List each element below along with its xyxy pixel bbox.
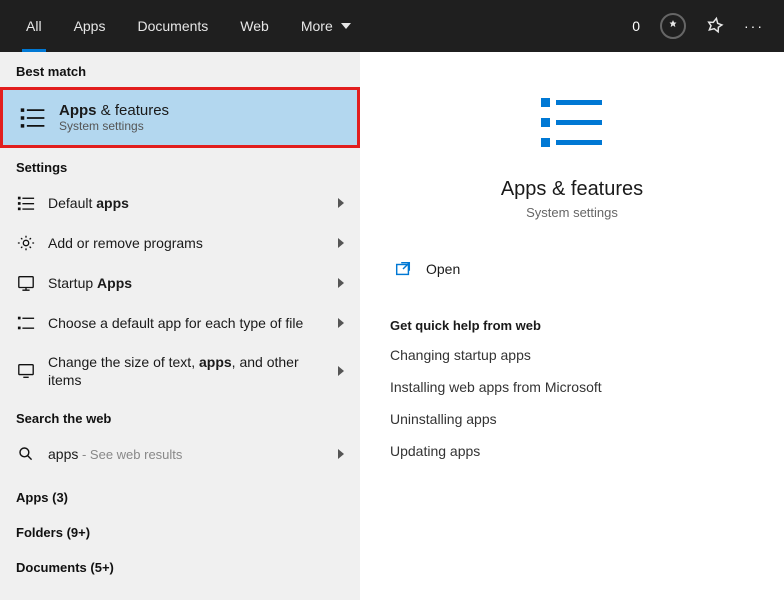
best-match-result[interactable]: Apps & features System settings bbox=[0, 87, 360, 148]
settings-item-label: Choose a default app for each type of fi… bbox=[48, 314, 326, 332]
default-apps-icon bbox=[16, 193, 36, 213]
settings-header: Settings bbox=[0, 148, 360, 183]
settings-item-text-size[interactable]: Change the size of text, apps, and other… bbox=[0, 343, 360, 399]
settings-item-default-apps[interactable]: Default apps bbox=[0, 183, 360, 223]
apps-features-large-icon bbox=[537, 92, 607, 162]
category-documents[interactable]: Documents (5+) bbox=[0, 544, 360, 579]
chevron-right-icon bbox=[338, 366, 344, 376]
tab-more-label: More bbox=[301, 18, 333, 34]
settings-item-label: Change the size of text, apps, and other… bbox=[48, 353, 326, 389]
chevron-right-icon bbox=[338, 449, 344, 459]
file-default-icon bbox=[16, 313, 36, 333]
settings-item-add-remove[interactable]: Add or remove programs bbox=[0, 223, 360, 263]
chevron-right-icon bbox=[338, 238, 344, 248]
tab-more[interactable]: More bbox=[285, 0, 367, 52]
more-options-icon[interactable]: ··· bbox=[744, 18, 764, 34]
tab-apps[interactable]: Apps bbox=[58, 0, 122, 52]
best-match-subtitle: System settings bbox=[59, 119, 169, 133]
chevron-right-icon bbox=[338, 318, 344, 328]
tab-all[interactable]: All bbox=[10, 0, 58, 52]
settings-item-label: Startup Apps bbox=[48, 274, 326, 292]
quick-link[interactable]: Changing startup apps bbox=[390, 347, 754, 363]
detail-title: Apps & features bbox=[390, 178, 754, 201]
search-icon bbox=[16, 444, 36, 464]
settings-item-label: Default apps bbox=[48, 194, 326, 212]
settings-item-startup[interactable]: Startup Apps bbox=[0, 263, 360, 303]
quick-help-header: Get quick help from web bbox=[390, 318, 754, 333]
topbar-right: 0 ··· bbox=[632, 13, 774, 39]
rewards-count: 0 bbox=[632, 18, 640, 34]
web-search-item[interactable]: apps - See web results bbox=[0, 434, 360, 474]
chevron-right-icon bbox=[338, 278, 344, 288]
category-folders[interactable]: Folders (9+) bbox=[0, 509, 360, 544]
quick-link[interactable]: Updating apps bbox=[390, 443, 754, 459]
best-match-title: Apps & features bbox=[59, 102, 169, 119]
settings-item-file-default[interactable]: Choose a default app for each type of fi… bbox=[0, 303, 360, 343]
quick-link[interactable]: Installing web apps from Microsoft bbox=[390, 379, 754, 395]
tab-web[interactable]: Web bbox=[224, 0, 285, 52]
chevron-right-icon bbox=[338, 198, 344, 208]
apps-features-icon bbox=[19, 104, 47, 132]
search-topbar: All Apps Documents Web More 0 ··· bbox=[0, 0, 784, 52]
rewards-icon[interactable] bbox=[660, 13, 686, 39]
feedback-icon[interactable] bbox=[706, 16, 724, 37]
quick-link[interactable]: Uninstalling apps bbox=[390, 411, 754, 427]
filter-tabs: All Apps Documents Web More bbox=[10, 0, 367, 52]
chevron-down-icon bbox=[341, 23, 351, 29]
settings-item-label: Add or remove programs bbox=[48, 234, 326, 252]
results-panel: Best match Apps & features System settin… bbox=[0, 52, 360, 600]
tab-documents[interactable]: Documents bbox=[121, 0, 224, 52]
detail-panel: Apps & features System settings Open Get… bbox=[360, 52, 784, 600]
open-label: Open bbox=[426, 261, 460, 277]
display-icon bbox=[16, 361, 36, 381]
startup-icon bbox=[16, 273, 36, 293]
web-search-label: apps - See web results bbox=[48, 445, 326, 464]
best-match-header: Best match bbox=[0, 52, 360, 87]
open-action[interactable]: Open bbox=[390, 260, 754, 278]
search-web-header: Search the web bbox=[0, 399, 360, 434]
detail-subtitle: System settings bbox=[390, 205, 754, 220]
gear-icon bbox=[16, 233, 36, 253]
open-icon bbox=[394, 260, 412, 278]
category-apps[interactable]: Apps (3) bbox=[0, 474, 360, 509]
